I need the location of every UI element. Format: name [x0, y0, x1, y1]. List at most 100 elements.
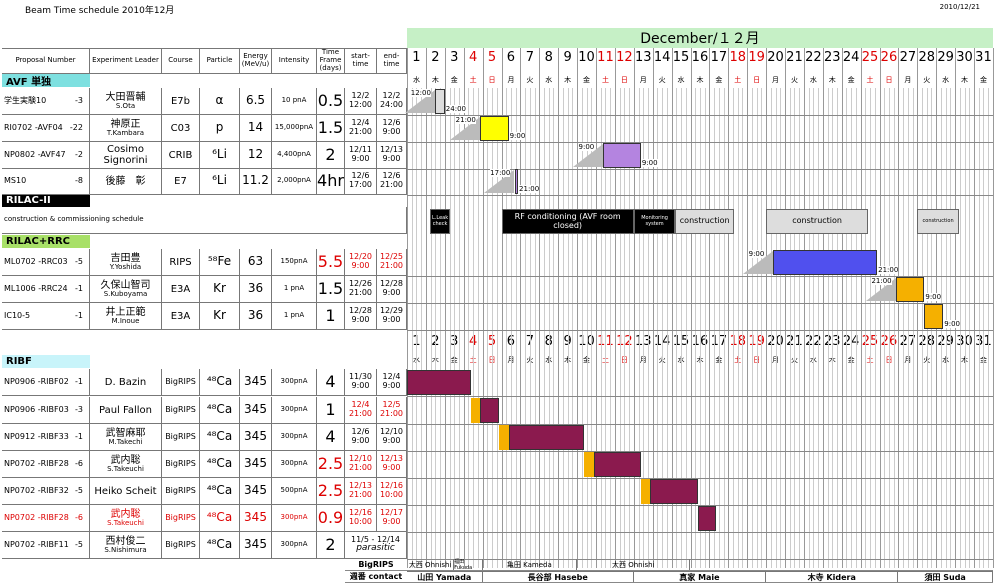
ribf_rows-leader: Paul Fallon — [90, 397, 162, 424]
proposal-sub-number: -1 — [75, 310, 83, 320]
row-divider — [407, 478, 993, 479]
top-day-7: 7 — [525, 50, 534, 65]
quarter-grid-line — [794, 88, 796, 568]
quarter-grid-line — [865, 88, 867, 568]
quarter-grid-line — [912, 88, 914, 568]
avf_rows-course: E7 — [162, 168, 200, 195]
avf_rows-leader: 神原正 T.Kambara — [90, 115, 162, 142]
day-grid-line — [709, 48, 711, 568]
bottom-line — [345, 570, 993, 571]
bar-end-label: 9:00 — [944, 320, 961, 328]
start-time-value: 11/30 9:00 — [348, 372, 373, 390]
quarter-grid-line — [737, 88, 739, 568]
day-grid-line — [596, 48, 597, 568]
quarter-grid-line — [888, 88, 890, 568]
avf_rows-leader: 大田晋輔 S.Ota — [90, 88, 162, 115]
column-header-leader: Experiment Leader — [90, 48, 162, 74]
start-time-value: 12/26 21:00 — [348, 279, 373, 297]
ribf_rows-energy: 345 — [240, 451, 272, 478]
quarter-grid-line — [964, 88, 966, 568]
ribf_rows-start-time: 11/5 - 12/14 parasitic — [345, 532, 407, 559]
ribf_rows-end-time: 12/10 9:00 — [377, 424, 407, 451]
leader-romanized: Y.Yoshida — [109, 262, 142, 271]
row-divider — [407, 532, 993, 533]
leader-name: 大田晋輔 — [105, 91, 146, 103]
ribf_rows-proposal: NP0702 -RIBF28 -6 — [2, 451, 90, 478]
beam-bar — [650, 479, 699, 504]
top-weekday-17: 金 — [715, 76, 723, 84]
day-grid-line — [539, 48, 541, 568]
avf_rows-proposal: 学生実験10 -3 — [2, 88, 90, 115]
ribf_rows-leader: Heiko Scheit — [90, 478, 162, 505]
rrc_rows-intensity: 150pnA — [272, 249, 317, 276]
start-time-value: 12/4 21:00 — [348, 118, 373, 136]
day-grid-line — [728, 48, 730, 568]
day-grid-line — [860, 48, 862, 568]
proposal-sub-number: -3 — [75, 404, 83, 414]
quarter-grid-line — [959, 88, 961, 568]
quarter-grid-line — [846, 88, 848, 568]
avf_rows-leader: 後藤 彰 — [90, 168, 162, 195]
quarter-grid-line — [907, 88, 909, 568]
ribf_rows-leader: D. Bazin — [90, 369, 162, 396]
quarter-grid-line — [775, 88, 777, 568]
ribf_rows-end-time: 12/5 21:00 — [377, 397, 407, 424]
avf_rows-end-time: 12/6 21:00 — [377, 168, 407, 195]
proposal-number: NP0702 -RIBF28 — [4, 512, 69, 522]
avf_rows-course: CRIB — [162, 142, 200, 169]
day-grid-line — [520, 48, 522, 568]
column-header-intensity: Intensity — [272, 48, 317, 74]
top-weekday-21: 火 — [790, 76, 798, 84]
top-weekday-12: 日 — [620, 76, 628, 84]
ribf_rows-particle: ⁴⁸Ca — [200, 397, 240, 424]
ribf_rows-proposal: NP0702 -RIBF28 -6 — [2, 505, 90, 532]
quarter-grid-line — [903, 88, 905, 568]
leader-romanized: S.Takeuchi — [107, 464, 144, 473]
ribf_rows-proposal: NP0702 -RIBF11 -5 — [2, 532, 90, 559]
bar-end-label: 9:00 — [641, 159, 658, 167]
leader-romanized: S.Nishimura — [104, 545, 147, 554]
bigrips-contact: 福田 Fukuda — [454, 559, 483, 571]
ribf_rows-intensity: 300pnA — [272, 532, 317, 559]
quarter-grid-line — [704, 88, 706, 568]
quarter-grid-line — [449, 88, 451, 568]
ribf_rows-timeframe: 1 — [317, 397, 345, 424]
quarter-grid-line — [562, 88, 564, 568]
beam-bar — [773, 250, 878, 275]
quarter-grid-line — [714, 88, 716, 568]
quarter-grid-line — [525, 88, 527, 568]
proposal-sub-number: -1 — [75, 431, 83, 441]
construction-block: construction — [675, 209, 734, 234]
bigrips-contact: 亀田 Kameda — [483, 559, 578, 570]
day-grid-line — [803, 48, 805, 568]
beam-bar — [698, 506, 717, 531]
prep-bar — [499, 425, 509, 450]
avf_rows-end-time: 12/6 9:00 — [377, 115, 407, 142]
column-header-timeframe: Time Frame (days) — [317, 48, 345, 74]
top-weekday-28: 火 — [923, 76, 931, 84]
parasitic-label: parasitic — [356, 543, 395, 554]
rrc_rows-energy: 36 — [240, 276, 272, 303]
leader-name: 武内聡 — [110, 508, 141, 520]
ribf_rows-start-time: 12/13 21:00 — [345, 478, 377, 505]
month-header: December/１２月 — [407, 28, 993, 48]
proposal-sub-number: -1 — [75, 283, 83, 293]
proposal-number: NP0906 -RIBF02 — [4, 376, 69, 386]
top-day-10: 10 — [578, 50, 595, 65]
proposal-number: ML1006 -RRC24 — [4, 283, 68, 293]
quarter-grid-line — [851, 88, 853, 568]
top-weekday-19: 日 — [753, 76, 761, 84]
ribf_rows-timeframe: 2.5 — [317, 478, 345, 505]
construction-block: Monitoring system — [633, 209, 676, 234]
ribf_rows-course: BigRIPS — [162, 451, 200, 478]
quarter-grid-line — [548, 88, 550, 568]
top-weekday-29: 水 — [942, 76, 950, 84]
bar-end-label: 21:00 — [878, 266, 899, 274]
avf_rows-particle: p — [200, 115, 240, 142]
rrc_rows-energy: 63 — [240, 249, 272, 276]
quarter-grid-line — [416, 88, 418, 568]
rrc_rows-course: RIPS — [162, 249, 200, 276]
day-grid-line — [917, 48, 919, 568]
beam-bar — [593, 452, 641, 477]
column-header-energy: Energy (MeV/u) — [240, 48, 272, 74]
